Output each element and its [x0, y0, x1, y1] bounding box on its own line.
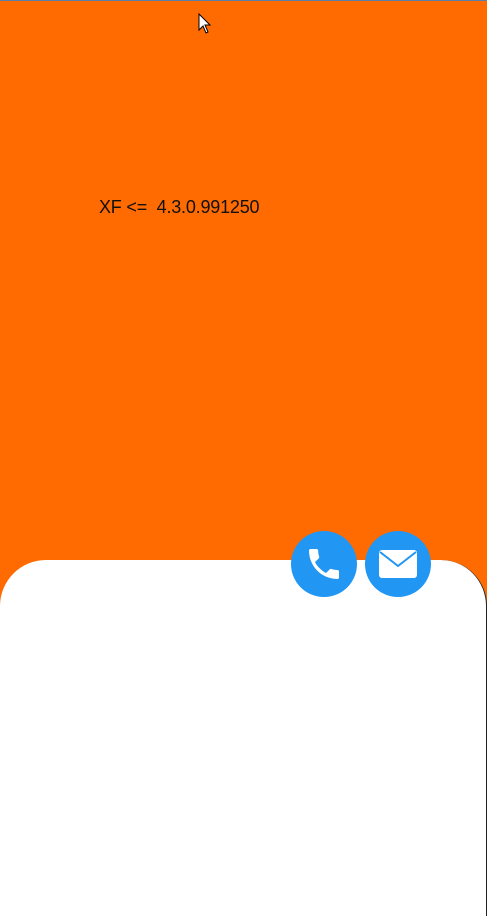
- email-button[interactable]: [365, 531, 431, 597]
- phone-icon: [309, 549, 339, 579]
- app-window: XF <= 4.3.0.991250: [0, 0, 487, 916]
- call-button[interactable]: [291, 531, 357, 597]
- mail-icon: [379, 550, 417, 578]
- mouse-cursor-icon: [198, 13, 212, 34]
- bottom-sheet: [0, 560, 487, 916]
- version-label: XF <= 4.3.0.991250: [99, 197, 260, 217]
